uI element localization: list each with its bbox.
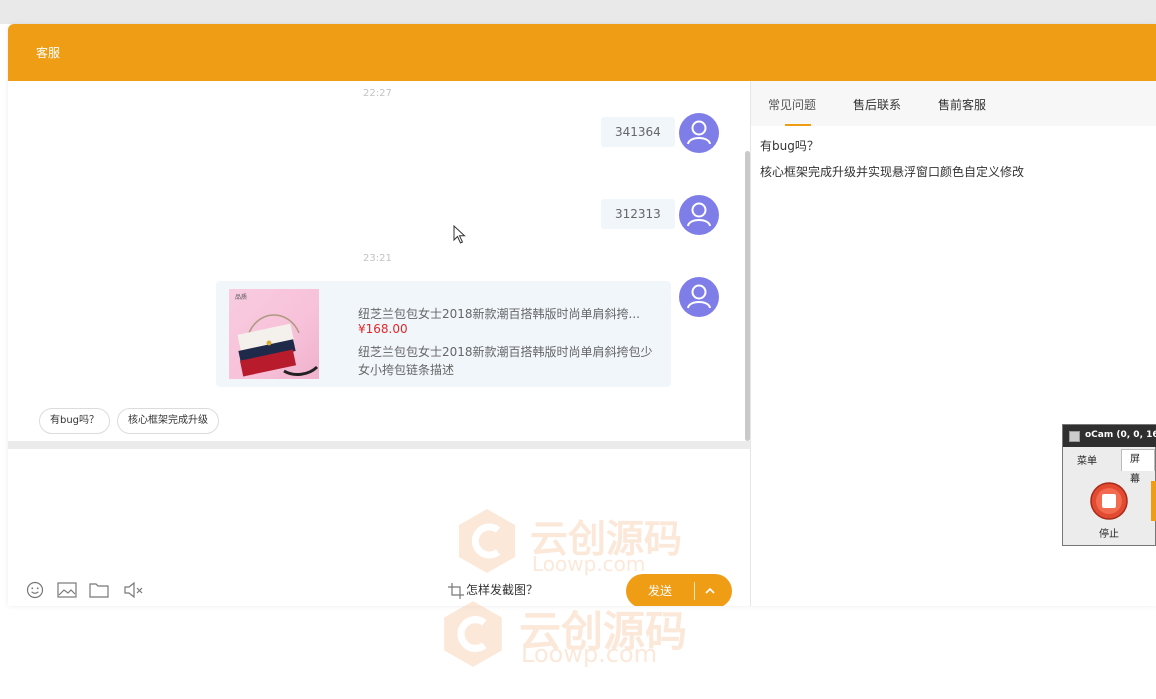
quick-question-tag[interactable]: 核心框架完成升级 bbox=[117, 408, 219, 434]
chevron-up-icon[interactable] bbox=[702, 583, 718, 599]
ocam-titlebar[interactable]: oCam (0, 0, 16 bbox=[1063, 425, 1156, 447]
faq-item[interactable]: 核心框架完成升级并实现悬浮窗口颜色自定义修改 bbox=[760, 163, 1024, 180]
top-band bbox=[0, 0, 1156, 24]
panel-border bbox=[750, 81, 751, 606]
ocam-tab-screen[interactable]: 屏幕 bbox=[1121, 449, 1155, 485]
divider bbox=[8, 441, 750, 449]
send-separator bbox=[694, 582, 695, 600]
handbag-image: 品质 bbox=[235, 293, 319, 377]
user-icon bbox=[687, 284, 711, 309]
product-card[interactable]: 品质 纽芝兰包包女士2018新款潮百搭韩版时尚单肩斜挎... ¥168.00 纽… bbox=[216, 281, 671, 387]
watermark-c-icon bbox=[444, 601, 502, 667]
tab-faq[interactable]: 常见问题 bbox=[768, 96, 816, 113]
folder-icon[interactable] bbox=[89, 581, 109, 599]
message-bubble[interactable]: 341364 bbox=[601, 117, 675, 147]
user-avatar bbox=[679, 113, 719, 153]
watermark-text: 云创源码 bbox=[519, 607, 688, 656]
user-icon bbox=[687, 120, 711, 145]
tab-pre-sales[interactable]: 售前客服 bbox=[938, 96, 986, 113]
message-input[interactable]: 怎样发截图？ 发送 bbox=[8, 449, 750, 606]
ocam-title: oCam (0, 0, 16 bbox=[1085, 430, 1156, 440]
header: 客服 bbox=[8, 24, 1156, 81]
chat-window: 客服 22:27 341364 312313 23:21 品质 纽芝兰包包女士2… bbox=[8, 24, 1156, 606]
mute-icon[interactable] bbox=[123, 581, 145, 599]
active-tab-indicator bbox=[785, 124, 811, 126]
ocam-tab-menu[interactable]: 菜单 bbox=[1069, 452, 1105, 474]
screenshot-help-link[interactable]: 怎样发截图？ bbox=[466, 581, 538, 598]
stop-record-icon[interactable] bbox=[1089, 481, 1129, 521]
product-image: 品质 bbox=[229, 289, 319, 379]
user-avatar bbox=[679, 277, 719, 317]
tab-after-sales[interactable]: 售后联系 bbox=[853, 96, 901, 113]
watermark-url: Loowp.com bbox=[521, 640, 658, 668]
send-button[interactable]: 发送 bbox=[626, 574, 732, 606]
faq-item[interactable]: 有bug吗？ bbox=[760, 137, 819, 154]
user-icon bbox=[687, 202, 711, 227]
message-bubble[interactable]: 312313 bbox=[601, 199, 675, 229]
mouse-cursor-icon bbox=[453, 225, 466, 244]
ocam-logo-icon bbox=[1069, 431, 1080, 442]
ocam-stop-label[interactable]: 停止 bbox=[1099, 525, 1119, 540]
send-label[interactable]: 发送 bbox=[626, 574, 694, 606]
screenshot-icon[interactable] bbox=[448, 583, 464, 599]
product-price: ¥168.00 bbox=[358, 322, 408, 336]
timestamp: 22:27 bbox=[363, 88, 392, 99]
chat-messages[interactable]: 22:27 341364 312313 23:21 品质 纽芝兰包包女士2018… bbox=[8, 81, 750, 441]
header-title: 客服 bbox=[36, 46, 61, 60]
timestamp: 23:21 bbox=[363, 253, 392, 264]
product-description: 纽芝兰包包女士2018新款潮百搭韩版时尚单肩斜挎包少女小挎包链条描述 bbox=[358, 345, 653, 377]
side-tabs: 常见问题 售后联系 售前客服 bbox=[751, 81, 1156, 126]
svg-text:品质: 品质 bbox=[235, 293, 247, 301]
watermark-logo: 云创源码 Loowp.com bbox=[437, 598, 717, 670]
image-icon[interactable] bbox=[57, 581, 77, 599]
ocam-window[interactable]: oCam (0, 0, 16 菜单 屏幕 停止 bbox=[1062, 424, 1156, 546]
ocam-next-button-edge[interactable] bbox=[1151, 481, 1156, 521]
user-avatar bbox=[679, 195, 719, 235]
quick-question-tag[interactable]: 有bug吗？ bbox=[39, 408, 111, 434]
emoji-icon[interactable] bbox=[26, 581, 44, 599]
product-title: 纽芝兰包包女士2018新款潮百搭韩版时尚单肩斜挎... bbox=[358, 307, 640, 321]
